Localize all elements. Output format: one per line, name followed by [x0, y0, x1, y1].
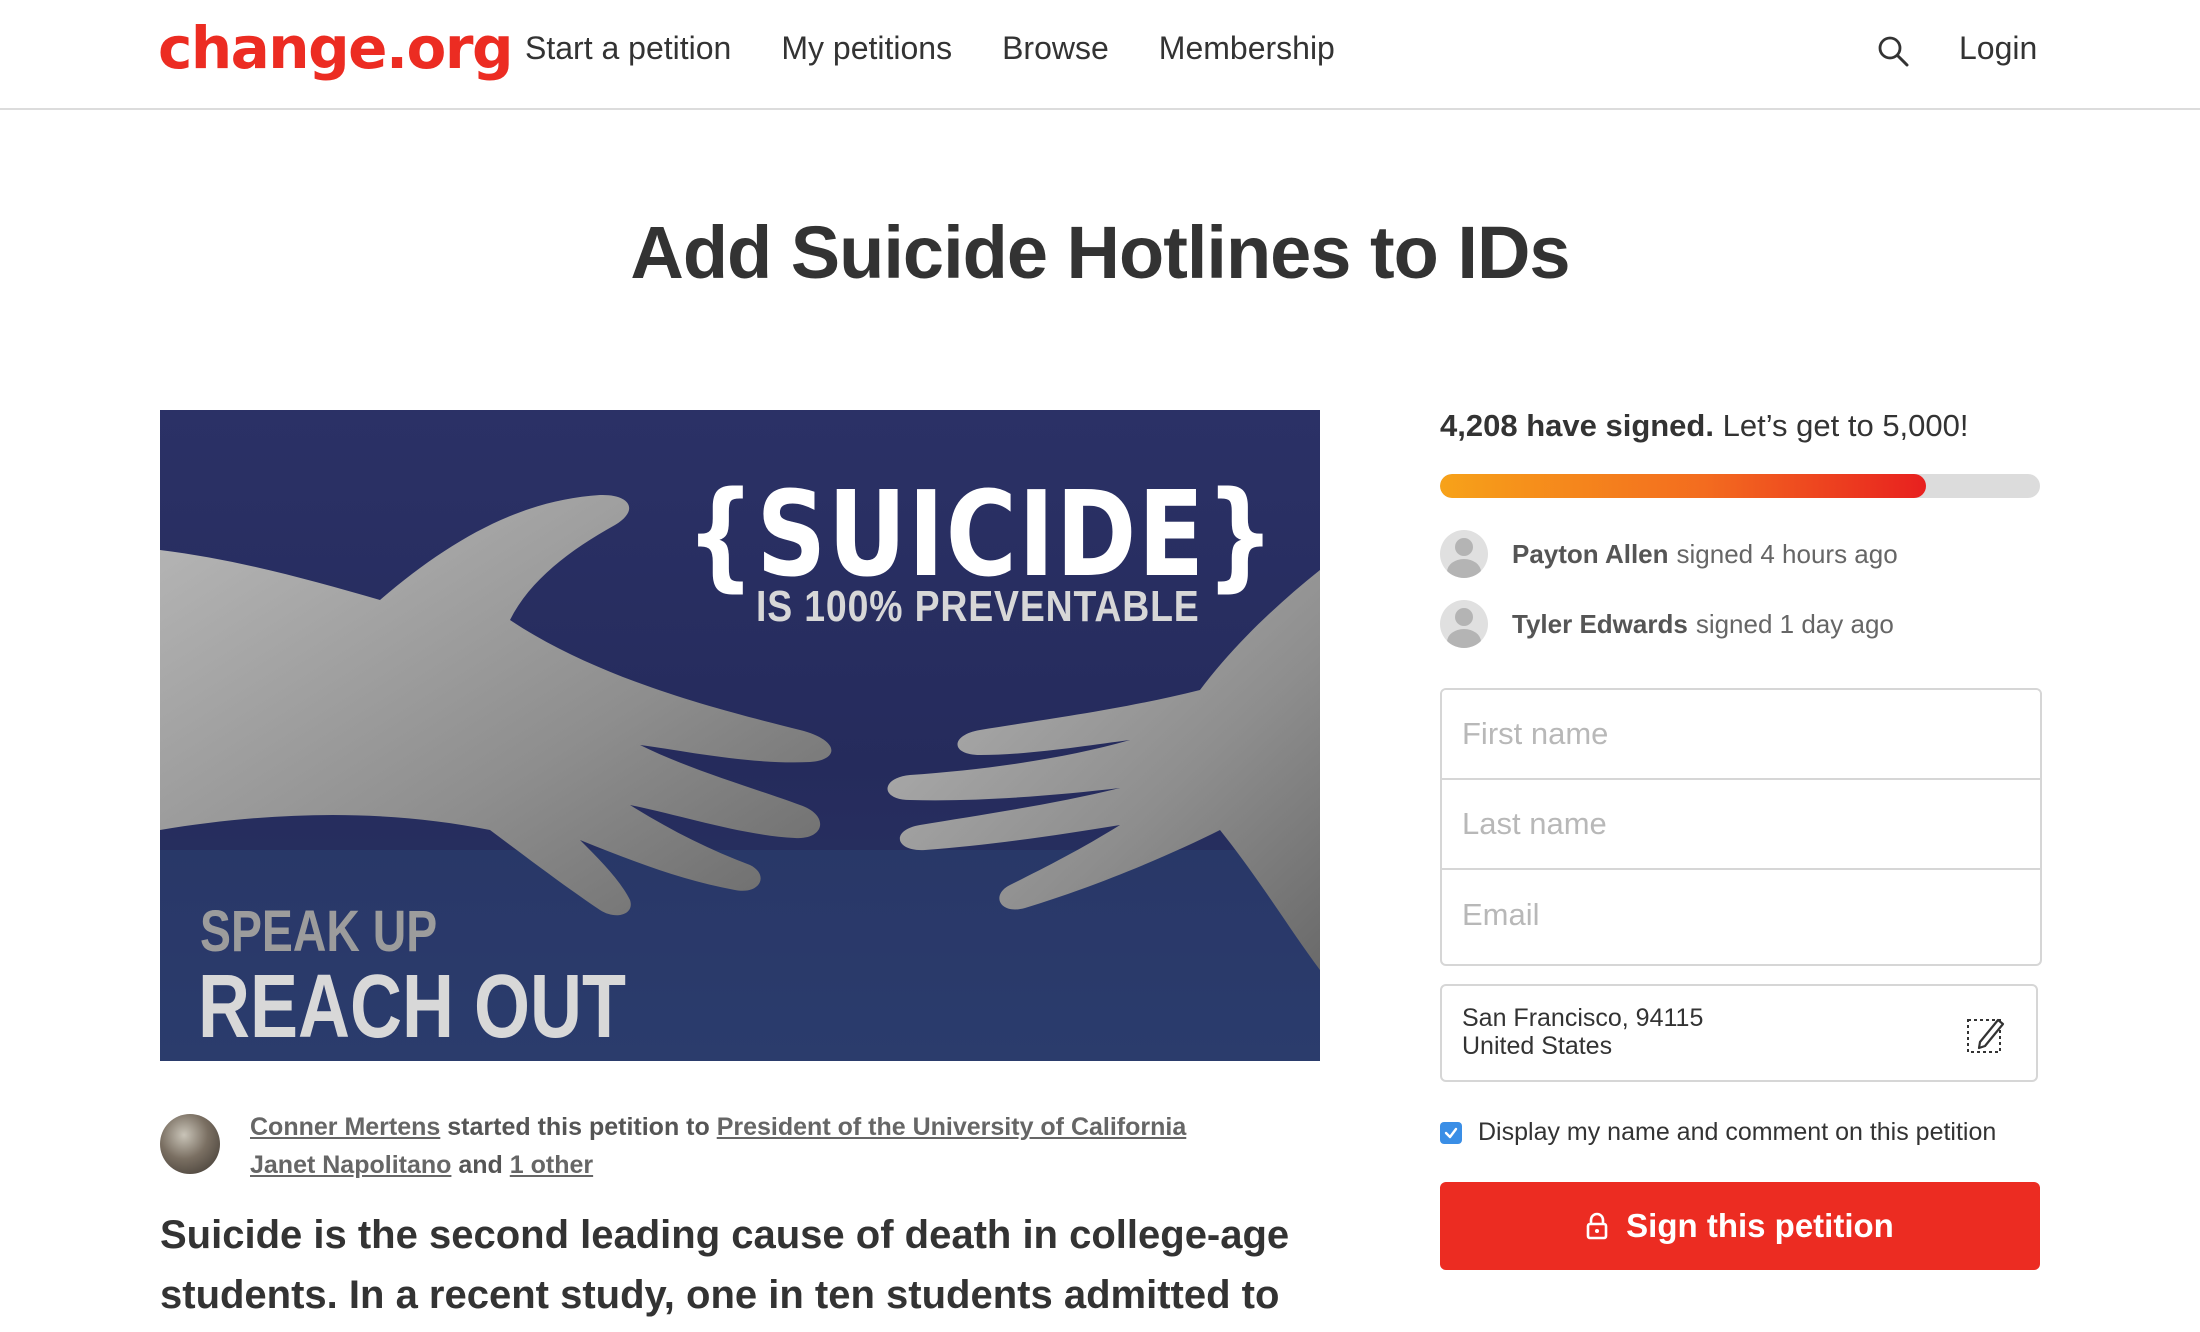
location-field[interactable]: San Francisco, 94115 United States [1440, 984, 2038, 1082]
signature-count: 4,208 have signed. Let’s get to 5,000! [1440, 408, 1969, 444]
signer-avatar-icon [1440, 600, 1488, 648]
display-name-option: Display my name and comment on this peti… [1440, 1118, 1996, 1147]
recent-signer: Tyler Edwards signed 1 day ago [1440, 600, 1894, 648]
signed-number: 4,208 have signed. [1440, 408, 1714, 443]
email-input[interactable] [1442, 870, 2040, 960]
location-country: United States [1462, 1032, 1613, 1060]
starter-name-link[interactable]: Conner Mertens [250, 1113, 440, 1141]
sign-petition-button[interactable]: Sign this petition [1440, 1182, 2040, 1270]
checkmark-icon [1444, 1127, 1458, 1138]
first-name-input[interactable] [1442, 690, 2040, 780]
starter-avatar[interactable] [160, 1114, 220, 1174]
hero-speak-up: SPEAK UP [200, 899, 438, 964]
lock-icon [1586, 1212, 1608, 1240]
nav-browse[interactable]: Browse [1002, 30, 1109, 67]
site-header: change.org Start a petition My petitions… [0, 0, 2200, 110]
sign-form [1440, 688, 2042, 966]
petition-image: {SUICIDE} IS 100% PREVENTABLE SPEAK UP R… [160, 410, 1320, 1061]
nav-membership[interactable]: Membership [1159, 30, 1335, 67]
signer-time: signed 1 day ago [1695, 608, 1894, 639]
and-text: and [451, 1151, 510, 1179]
last-name-input[interactable] [1442, 780, 2040, 870]
signer-avatar-icon [1440, 530, 1488, 578]
other-targets-link[interactable]: 1 other [510, 1151, 593, 1179]
hero-reach-out: REACH OUT [198, 957, 626, 1057]
signature-progress-bar [1440, 474, 2040, 498]
petition-title: Add Suicide Hotlines to IDs [630, 211, 1570, 294]
display-name-label: Display my name and comment on this peti… [1478, 1118, 1997, 1146]
search-icon[interactable] [1876, 34, 1910, 68]
login-link[interactable]: Login [1959, 30, 2037, 67]
target-link[interactable]: President of the University of Californi… [717, 1113, 1187, 1141]
hero-subline: IS 100% PREVENTABLE [756, 582, 1200, 631]
signer-time: signed 4 hours ago [1676, 538, 1898, 569]
signer-name: Payton Allen [1512, 538, 1669, 569]
target2-link[interactable]: Janet Napolitano [250, 1151, 451, 1179]
goal-text: Let’s get to 5,000! [1722, 408, 1969, 443]
petition-starter: Conner Mertens started this petition to … [250, 1108, 1250, 1184]
progress-fill [1440, 474, 1926, 498]
started-text: started this petition to [440, 1113, 717, 1141]
signer-name: Tyler Edwards [1512, 608, 1688, 639]
nav-my-petitions[interactable]: My petitions [781, 30, 952, 67]
petition-body: Suicide is the second leading cause of d… [160, 1213, 1290, 1317]
nav-start-petition[interactable]: Start a petition [525, 30, 731, 67]
location-city: San Francisco, 94115 [1462, 1004, 1704, 1032]
change-org-logo[interactable]: change.org [158, 14, 513, 82]
display-name-checkbox[interactable] [1440, 1121, 1462, 1144]
recent-signer: Payton Allen signed 4 hours ago [1440, 530, 1898, 578]
sign-button-label: Sign this petition [1626, 1207, 1894, 1244]
edit-location-icon[interactable] [1966, 1014, 2006, 1054]
main-nav: Start a petition My petitions Browse Mem… [525, 30, 1335, 67]
